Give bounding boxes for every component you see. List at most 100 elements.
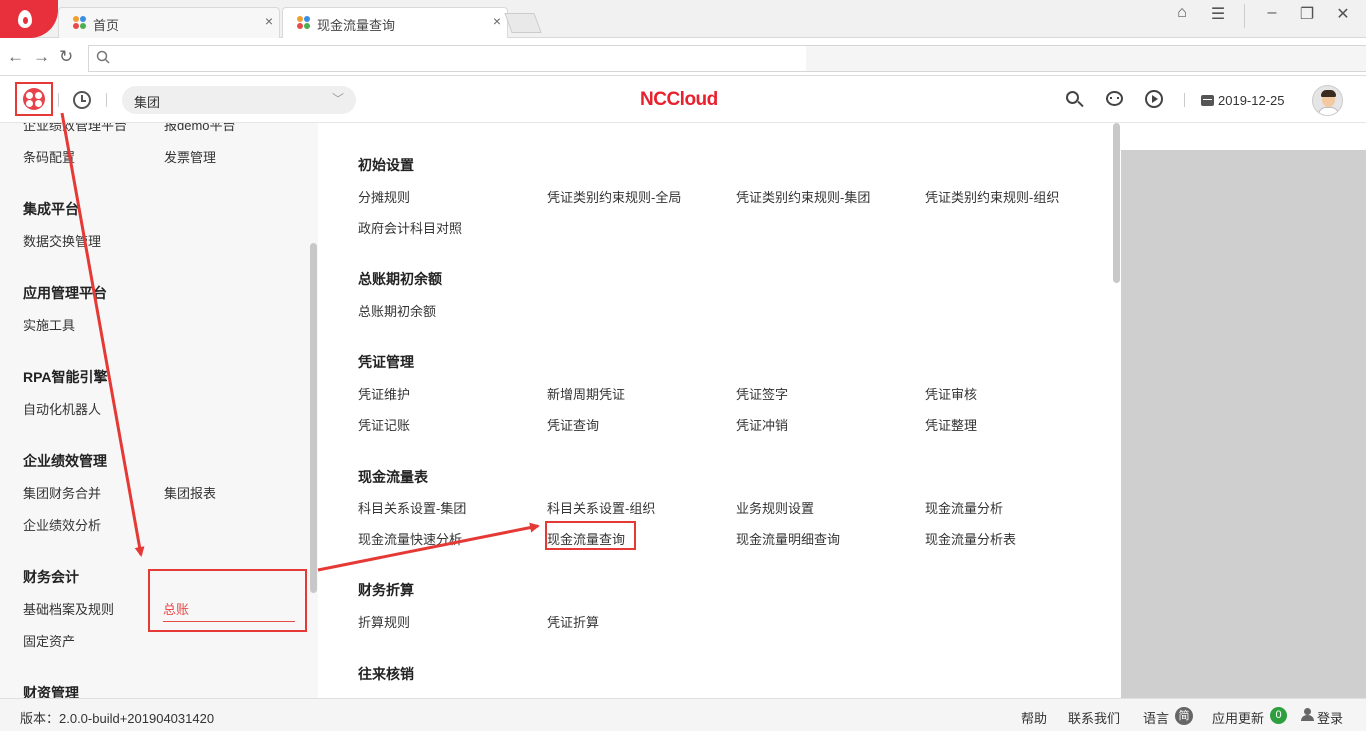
menu-item[interactable]: 企业绩效分析	[23, 515, 101, 534]
version-text: 版本：2.0.0-build+201904031420	[20, 711, 215, 726]
submenu-item[interactable]: 凭证整理	[925, 415, 977, 434]
submenu-group-title: 凭证管理	[358, 354, 414, 370]
submenu-item[interactable]: 现金流量快速分析	[358, 529, 462, 548]
submenu-item[interactable]: 现金流量分析表	[925, 529, 1016, 548]
address-bar-extension	[806, 45, 1366, 72]
menu-item[interactable]: 实施工具	[23, 315, 75, 334]
back-icon[interactable]: ←	[7, 47, 24, 67]
help-link[interactable]: 帮助	[1021, 708, 1047, 727]
app-menu-icon	[23, 88, 45, 110]
submenu-item[interactable]: 凭证签字	[736, 384, 788, 403]
submenu-item[interactable]: 科目关系设置-组织	[547, 498, 655, 517]
org-select-value: 集团	[134, 95, 161, 110]
contact-link[interactable]: 联系我们	[1068, 708, 1120, 727]
play-icon[interactable]	[1145, 90, 1165, 110]
close-icon[interactable]: ×	[265, 13, 273, 29]
submenu-item[interactable]: 总账期初余额	[358, 301, 436, 320]
submenu-item[interactable]: 分摊规则	[358, 187, 410, 206]
menu-item[interactable]: 自动化机器人	[23, 399, 101, 418]
submenu-group-title: 总账期初余额	[358, 271, 442, 287]
tab-title: 现金流量查询	[317, 18, 396, 33]
menu-item[interactable]: 条码配置	[23, 147, 75, 166]
menu-section-title: RPA智能引擎	[23, 369, 108, 385]
url-input[interactable]	[88, 45, 806, 72]
menu-item[interactable]: 基础档案及规则	[23, 599, 114, 618]
language-link[interactable]: 语言	[1143, 708, 1169, 727]
menu-item[interactable]: 报demo平台	[164, 123, 236, 134]
menu-section-title: 企业绩效管理	[23, 453, 107, 469]
history-clock-icon[interactable]	[73, 91, 91, 109]
tab-cash-flow-query[interactable]: 现金流量查询 ×	[282, 7, 508, 38]
submenu-group-title: 往来核销	[358, 666, 414, 682]
submenu-item[interactable]: 凭证记账	[358, 415, 410, 434]
submenu-item[interactable]: 凭证审核	[925, 384, 977, 403]
submenu-item[interactable]: 现金流量分析	[925, 498, 1003, 517]
submenu-scrollbar[interactable]	[1113, 123, 1120, 283]
menu-item[interactable]: 集团报表	[164, 483, 216, 502]
app-menu-button[interactable]	[15, 82, 53, 116]
login-link[interactable]: 登录	[1317, 708, 1343, 727]
submenu-item[interactable]: 现金流量明细查询	[736, 529, 840, 548]
minimize-icon[interactable]: –	[1258, 4, 1286, 22]
avatar[interactable]	[1312, 85, 1343, 116]
search-icon[interactable]	[1065, 90, 1085, 110]
divider	[58, 93, 59, 107]
calendar-icon	[1201, 95, 1214, 106]
submenu-item[interactable]: 凭证冲销	[736, 415, 788, 434]
submenu-item[interactable]: 凭证查询	[547, 415, 599, 434]
search-icon	[96, 50, 110, 64]
favicon-icon	[73, 16, 87, 30]
divider	[1184, 93, 1185, 107]
menu-section-title: 财务会计	[23, 569, 79, 585]
submenu-item[interactable]: 凭证维护	[358, 384, 410, 403]
skin-icon[interactable]: ⌂	[1168, 4, 1196, 22]
annotation-highlight-box	[545, 521, 636, 550]
submenu-item[interactable]: 凭证类别约束规则-全局	[547, 187, 681, 206]
submenu-group-title: 初始设置	[358, 157, 414, 173]
submenu-item[interactable]: 凭证类别约束规则-集团	[736, 187, 870, 206]
user-icon	[1301, 708, 1314, 721]
content-top-strip	[1121, 123, 1366, 150]
menu-icon[interactable]: ☰	[1204, 4, 1232, 24]
updates-count-badge: 0	[1270, 707, 1287, 724]
menu-section-title: 财资管理	[23, 685, 79, 698]
chevron-down-icon: ﹀	[331, 92, 344, 106]
business-date[interactable]: 2019-12-25	[1218, 93, 1285, 108]
submenu-item[interactable]: 业务规则设置	[736, 498, 814, 517]
updates-link[interactable]: 应用更新	[1212, 708, 1264, 727]
submenu-flyout: 初始设置 分摊规则 凭证类别约束规则-全局 凭证类别约束规则-集团 凭证类别约束…	[318, 123, 1121, 698]
restore-icon[interactable]: ❐	[1293, 4, 1321, 24]
favicon-icon	[297, 16, 311, 30]
message-icon[interactable]	[1105, 90, 1125, 110]
language-badge[interactable]: 简	[1175, 707, 1193, 725]
org-select[interactable]: 集团 ﹀	[122, 86, 356, 114]
submenu-item[interactable]: 凭证类别约束规则-组织	[925, 187, 1059, 206]
content-overlay-area	[1121, 150, 1366, 698]
close-window-icon[interactable]: ✕	[1329, 4, 1357, 24]
submenu-item[interactable]: 科目关系设置-集团	[358, 498, 466, 517]
divider	[106, 93, 107, 107]
forward-icon[interactable]: →	[33, 47, 50, 67]
menu-item[interactable]: 发票管理	[164, 147, 216, 166]
browser-logo-icon[interactable]	[0, 0, 58, 38]
annotation-highlight-box	[148, 569, 307, 632]
menu-item[interactable]: 企业绩效管理平台	[23, 123, 127, 134]
submenu-item[interactable]: 政府会计科目对照	[358, 218, 462, 237]
submenu-item[interactable]: 新增周期凭证	[547, 384, 625, 403]
submenu-item[interactable]: 凭证折算	[547, 612, 599, 631]
left-menu-scrollbar[interactable]	[310, 243, 317, 593]
tab-home[interactable]: 首页 ×	[58, 7, 280, 38]
new-tab-button[interactable]	[504, 13, 542, 33]
submenu-item[interactable]: 折算规则	[358, 612, 410, 631]
menu-item[interactable]: 固定资产	[23, 631, 75, 650]
submenu-group-title: 财务折算	[358, 582, 414, 598]
submenu-group-title: 现金流量表	[358, 469, 428, 485]
browser-tab-bar: 首页 × 现金流量查询 × ⌂ ☰ – ❐ ✕	[0, 0, 1366, 38]
menu-section-title: 应用管理平台	[23, 285, 107, 301]
menu-item[interactable]: 数据交换管理	[23, 231, 101, 250]
tab-title: 首页	[93, 18, 120, 33]
close-icon[interactable]: ×	[493, 13, 501, 29]
menu-item[interactable]: 集团财务合并	[23, 483, 101, 502]
refresh-icon[interactable]: ↻	[59, 47, 73, 67]
menu-section-title: 集成平台	[23, 201, 79, 217]
